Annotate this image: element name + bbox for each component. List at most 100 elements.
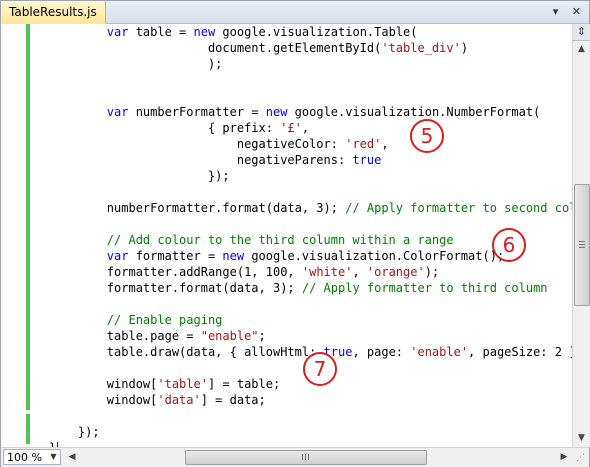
code-text: formatter.addRange(1, 100, — [49, 265, 302, 279]
code-line[interactable]: document.getElementById('table_div') — [49, 40, 572, 56]
code-string: 'enable' — [410, 345, 469, 359]
title-bar: TableResults.js ▾ ✕ — [1, 1, 589, 24]
code-keyword: var — [106, 105, 129, 119]
code-string: 'white' — [301, 265, 353, 279]
vertical-scrollbar[interactable]: ⇕ ▲ ▼ — [572, 24, 590, 447]
code-text: google.visualization.NumberFormat( — [287, 105, 541, 119]
code-text: { prefix: — [49, 121, 281, 135]
document-tab[interactable]: TableResults.js — [1, 1, 106, 24]
code-line[interactable]: window['data'] = data; — [49, 392, 572, 408]
split-handle-icon[interactable]: ⇕ — [573, 24, 590, 41]
scroll-right-icon[interactable]: ▶ — [557, 449, 571, 465]
code-text: window[ — [49, 393, 158, 407]
code-line[interactable] — [49, 88, 572, 104]
code-text: ] = table; — [207, 377, 281, 391]
code-string: 'orange' — [366, 265, 425, 279]
document-tab-label: TableResults.js — [9, 5, 97, 19]
code-line[interactable]: // Enable paging — [49, 312, 572, 328]
code-line[interactable]: } — [49, 440, 572, 447]
code-text: formatter.format(data, 3); — [49, 281, 302, 295]
code-text: ); — [49, 57, 223, 71]
code-keyword: new — [265, 105, 288, 119]
zoom-value: 100 % — [7, 451, 42, 464]
change-bar — [26, 414, 30, 444]
code-text: , — [301, 121, 310, 135]
scroll-down-icon[interactable]: ▼ — [573, 430, 590, 446]
code-text: }); — [49, 169, 230, 183]
editor-window: TableResults.js ▾ ✕ var table = new goog… — [0, 0, 590, 467]
code-editor[interactable]: var table = new google.visualization.Tab… — [1, 24, 572, 447]
code-text: numberFormatter.format(data, 3); — [49, 201, 346, 215]
code-string: '£' — [280, 121, 302, 135]
zoom-dropdown[interactable]: 100 % ▼ — [3, 449, 61, 465]
code-line[interactable]: }); — [49, 168, 572, 184]
chevron-down-icon[interactable]: ▼ — [48, 450, 59, 464]
change-bar — [26, 24, 30, 88]
resize-grip-icon[interactable]: ⋰ — [572, 449, 589, 467]
code-keyword: new — [222, 249, 245, 263]
code-comment: // Add colour to the third column within… — [106, 233, 454, 247]
code-line[interactable]: table.page = "enable"; — [49, 328, 572, 344]
code-line[interactable]: var numberFormatter = new google.visuali… — [49, 104, 572, 120]
code-line[interactable] — [49, 408, 572, 424]
code-text: negativeParens: — [49, 153, 353, 167]
change-bar — [26, 376, 30, 410]
code-line[interactable]: }); — [49, 424, 572, 440]
code-text: google.visualization.ColorFormat(); — [244, 249, 505, 263]
vertical-scroll-thumb[interactable] — [574, 184, 590, 306]
code-line[interactable]: negativeParens: true — [49, 152, 572, 168]
code-text: table.draw(data, { allowHtml: — [49, 345, 324, 359]
change-bar — [26, 88, 30, 200]
code-text: table.page = — [49, 329, 201, 343]
code-text: formatter = — [128, 249, 223, 263]
code-text: ; — [258, 329, 266, 343]
code-keyword: true — [352, 153, 382, 167]
horizontal-scroll-thumb[interactable] — [185, 450, 427, 465]
code-line[interactable] — [49, 72, 572, 88]
code-text: google.visualization.Table( — [215, 25, 418, 39]
code-line[interactable] — [49, 184, 572, 200]
code-text: ) — [460, 41, 469, 55]
code-line[interactable] — [49, 216, 572, 232]
code-line[interactable]: formatter.addRange(1, 100, 'white', 'ora… — [49, 264, 572, 280]
code-text: negativeColor: — [49, 137, 346, 151]
code-text: }); — [49, 425, 100, 439]
scroll-up-icon[interactable]: ▲ — [573, 41, 590, 57]
code-text: , — [352, 265, 367, 279]
code-text: table = — [128, 25, 194, 39]
change-bar — [26, 200, 30, 216]
code-text: , page: — [352, 345, 411, 359]
horizontal-scrollbar[interactable]: ◀ ▶ — [65, 449, 571, 465]
dropdown-arrow-icon[interactable]: ▾ — [548, 4, 563, 19]
code-text: window[ — [49, 377, 158, 391]
code-text: ] = data; — [200, 393, 266, 407]
code-line[interactable]: numberFormatter.format(data, 3); // Appl… — [49, 200, 572, 216]
code-comment: // Enable paging — [106, 313, 223, 327]
code-text: , pageSize: 2 }); — [468, 345, 572, 359]
code-keyword: var — [106, 25, 129, 39]
annotation-circle-5: 5 — [410, 119, 444, 153]
code-text: numberFormatter = — [128, 105, 266, 119]
annotation-circle-6: 6 — [492, 228, 526, 262]
code-line[interactable]: negativeColor: 'red', — [49, 136, 572, 152]
code-string: "enable" — [200, 329, 259, 343]
bottom-bar: 100 % ▼ ◀ ▶ ⋰ — [1, 447, 589, 467]
code-text: , — [381, 137, 389, 151]
scroll-left-icon[interactable]: ◀ — [65, 449, 79, 465]
code-string: 'data' — [157, 393, 201, 407]
code-keyword: new — [193, 25, 216, 39]
code-line[interactable]: { prefix: '£', — [49, 120, 572, 136]
code-line[interactable]: formatter.format(data, 3); // Apply form… — [49, 280, 572, 296]
code-string: 'table' — [157, 377, 208, 391]
close-icon[interactable]: ✕ — [569, 4, 584, 19]
code-line[interactable] — [49, 296, 572, 312]
code-string: 'table_div' — [381, 41, 461, 55]
change-bar — [26, 216, 30, 376]
code-line[interactable]: ); — [49, 56, 572, 72]
code-keyword: var — [106, 249, 129, 263]
code-line[interactable]: var table = new google.visualization.Tab… — [49, 24, 572, 40]
